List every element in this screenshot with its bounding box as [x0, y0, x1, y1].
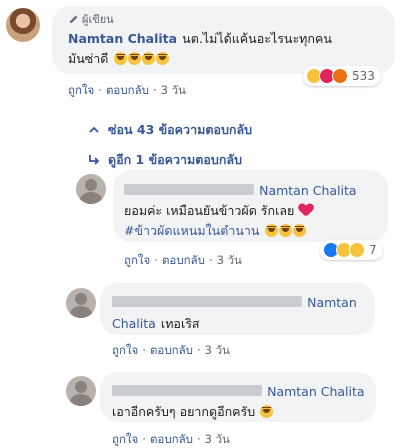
- main-comment-text: นต.ไม่ได้แค้นอะไรนะทุกคน: [182, 31, 332, 46]
- reply-1-line3: #ข้าวผัดแหนมในตำนาน: [124, 220, 307, 241]
- chevron-up-icon: [89, 126, 99, 133]
- author-avatar[interactable]: [6, 8, 40, 42]
- reply-text: ยอมค่ะ เหมือนยันข้าวผัด รักเลย: [124, 203, 295, 218]
- main-comment-line2: มันซ่าดี: [68, 48, 170, 69]
- reply-text: เทอเริส: [160, 316, 200, 331]
- laugh-emoji-icon: [141, 52, 155, 65]
- like-link[interactable]: ถูกใจ: [112, 432, 138, 446]
- reaction-summary[interactable]: 533: [303, 66, 381, 86]
- reply-2-actions: ถูกใจ · ตอบกลับ · 3 วัน: [112, 343, 230, 357]
- more-replies-label: ดูอีก 1 ข้อความตอบกลับ: [108, 152, 243, 167]
- laugh-emoji-icon: [264, 224, 278, 237]
- reply-2-line2: Chalita เทอเริส: [112, 313, 200, 334]
- timestamp[interactable]: 3 วัน: [205, 343, 230, 357]
- reply-arrow-icon: [89, 155, 100, 165]
- reply-2-line1: Namtan: [112, 292, 357, 311]
- mention-link[interactable]: Namtan Chalita: [259, 183, 356, 198]
- laugh-emoji-icon: [292, 224, 306, 237]
- heart-emoji-icon: [299, 204, 313, 216]
- reply-1-line1: Namtan Chalita: [124, 180, 357, 199]
- angry-reaction-icon: [332, 68, 348, 84]
- mention-link-continued[interactable]: Chalita: [112, 316, 156, 331]
- author-name[interactable]: Namtan Chalita: [68, 31, 177, 46]
- laugh-emoji-icon: [113, 52, 127, 65]
- reply-1-actions: ถูกใจ · ตอบกลับ · 3 วัน: [124, 253, 242, 267]
- main-comment-line1: Namtan Chalita นต.ไม่ได้แค้นอะไรนะทุกคน: [68, 28, 332, 49]
- reply-avatar[interactable]: [76, 174, 106, 204]
- pencil-icon: [69, 15, 78, 23]
- reaction-count: 7: [369, 243, 377, 257]
- reply-avatar[interactable]: [66, 288, 96, 318]
- reply-link[interactable]: ตอบกลับ: [106, 83, 149, 97]
- like-link[interactable]: ถูกใจ: [112, 343, 138, 357]
- reaction-count: 533: [352, 69, 375, 83]
- reply-link[interactable]: ตอบกลับ: [150, 432, 193, 446]
- reply-avatar[interactable]: [66, 376, 96, 406]
- timestamp[interactable]: 3 วัน: [217, 253, 242, 267]
- author-tag-label: ผู้เขียน: [82, 13, 114, 26]
- laugh-emoji-icon: [155, 52, 169, 65]
- mention-link[interactable]: Namtan Chalita: [267, 384, 364, 399]
- laugh-emoji-icon: [278, 224, 292, 237]
- laugh-emoji-icon: [260, 405, 274, 418]
- blurred-username[interactable]: [112, 385, 262, 396]
- mention-link[interactable]: Namtan: [307, 295, 357, 310]
- reply-link[interactable]: ตอบกลับ: [162, 253, 205, 267]
- timestamp[interactable]: 3 วัน: [205, 432, 230, 446]
- hashtag-link[interactable]: #ข้าวผัดแหนมในตำนาน: [124, 223, 259, 238]
- blurred-username[interactable]: [112, 296, 302, 307]
- wow-reaction-icon: [349, 242, 365, 258]
- main-comment-text-2: มันซ่าดี: [68, 51, 109, 66]
- reply-3-actions: ถูกใจ · ตอบกลับ · 3 วัน: [112, 432, 230, 446]
- like-link[interactable]: ถูกใจ: [68, 83, 94, 97]
- more-replies-link[interactable]: ดูอีก 1 ข้อความตอบกลับ: [88, 150, 242, 170]
- blurred-username[interactable]: [124, 184, 254, 195]
- reaction-summary[interactable]: 7: [320, 240, 383, 260]
- reply-1-line2: ยอมค่ะ เหมือนยันข้าวผัด รักเลย: [124, 200, 313, 221]
- timestamp[interactable]: 3 วัน: [161, 83, 186, 97]
- hide-replies-link[interactable]: ซ่อน 43 ข้อความตอบกลับ: [88, 120, 252, 140]
- reply-link[interactable]: ตอบกลับ: [150, 343, 193, 357]
- main-comment-actions: ถูกใจ · ตอบกลับ · 3 วัน: [68, 83, 186, 97]
- laugh-emoji-icon: [127, 52, 141, 65]
- author-tag: ผู้เขียน: [68, 10, 114, 28]
- reply-3-line2: เอาอีกครับๆ อยากดูอีกครับ: [112, 401, 274, 422]
- hide-replies-label: ซ่อน 43 ข้อความตอบกลับ: [108, 122, 253, 137]
- reply-3-line1: Namtan Chalita: [112, 381, 365, 400]
- reply-text: เอาอีกครับๆ อยากดูอีกครับ: [112, 404, 256, 419]
- like-link[interactable]: ถูกใจ: [124, 253, 150, 267]
